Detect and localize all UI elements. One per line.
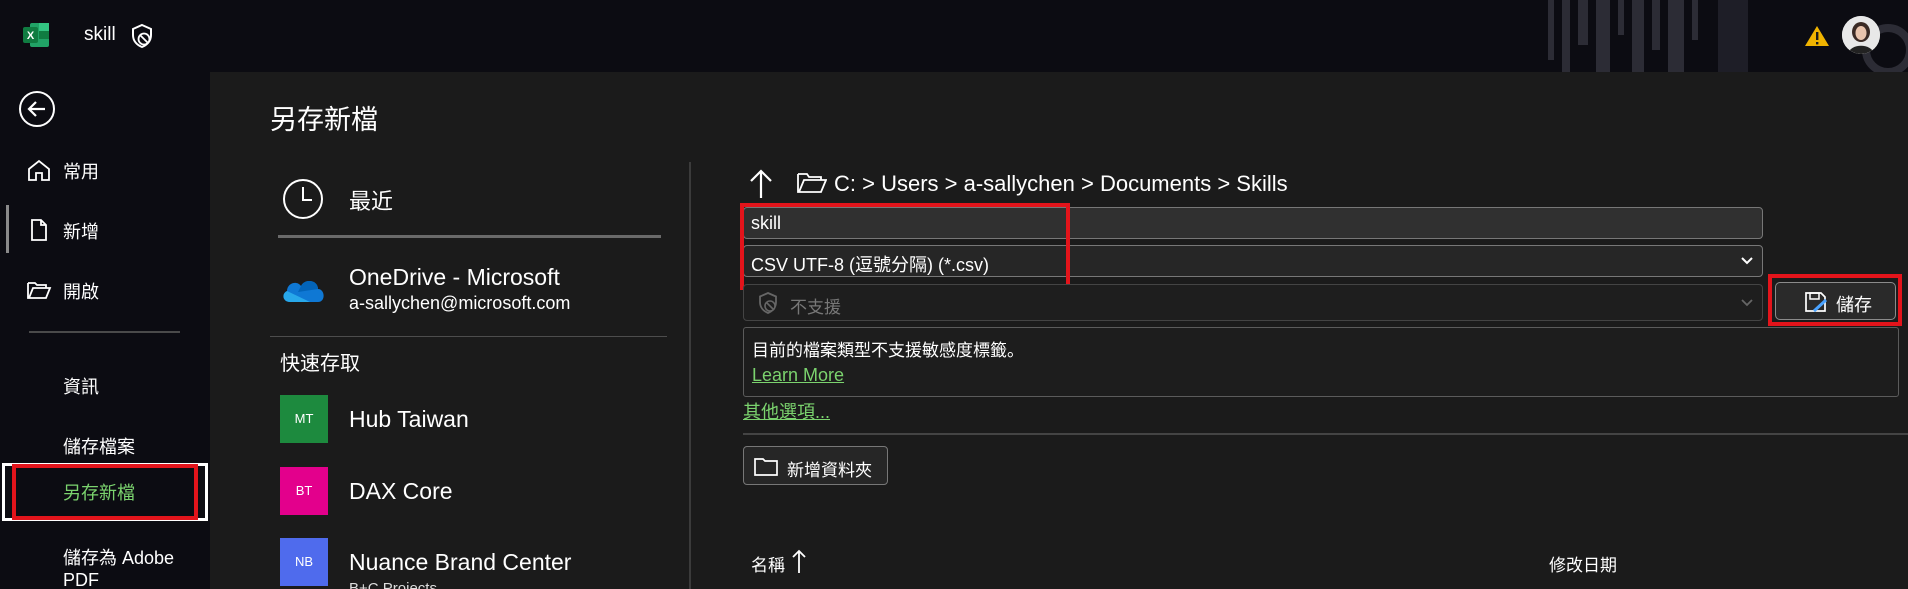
site-badge: NB [280, 538, 328, 586]
sensitivity-value: 不支援 [790, 298, 841, 317]
site-badge: BT [280, 467, 328, 515]
onedrive-email: a-sallychen@microsoft.com [349, 293, 571, 313]
back-button[interactable] [19, 91, 55, 127]
site-name: Nuance Brand Center [349, 549, 572, 575]
chevron-down-icon [1741, 299, 1753, 307]
highlight-box [1768, 274, 1902, 326]
info-message: 目前的檔案類型不支援敏感度標籤。 [752, 341, 1024, 360]
site-subtitle: B+C Projects [349, 580, 437, 589]
column-divider [689, 162, 691, 589]
user-avatar[interactable] [1842, 16, 1880, 54]
quick-access-item[interactable]: BT DAX Core [280, 467, 670, 517]
highlight-box [12, 464, 198, 520]
learn-more-link[interactable]: Learn More [752, 365, 844, 386]
folder-open-icon [797, 173, 827, 193]
arrow-left-icon [27, 101, 45, 117]
folder-path-breadcrumb[interactable]: C: > Users > a-sallychen > Documents > S… [834, 171, 1288, 197]
document-name[interactable]: skill [84, 24, 116, 46]
column-header-name[interactable]: 名稱 [751, 551, 785, 576]
nav-home-label: 常用 [63, 162, 99, 182]
folder-icon [754, 458, 778, 476]
nav-save-pdf[interactable]: 儲存為 Adobe PDF [0, 534, 210, 589]
highlight-box [740, 203, 1070, 290]
backstage-nav: 常用 新增 開啟 資訊 儲存檔案 另存新檔 儲存為 Adobe PDF [0, 72, 210, 589]
nav-new[interactable]: 新增 [0, 203, 210, 255]
page-title: 另存新檔 [270, 105, 378, 135]
site-badge: MT [280, 395, 328, 443]
sensitivity-disabled-icon [759, 292, 777, 314]
nav-info-label: 資訊 [63, 377, 99, 397]
column-header-date[interactable]: 修改日期 [1549, 551, 1617, 576]
more-options-link[interactable]: 其他選項... [743, 398, 830, 424]
home-icon [28, 159, 50, 181]
sensitivity-not-allowed-icon[interactable] [129, 23, 155, 49]
recent-divider [278, 235, 661, 238]
user-portrait-icon [1842, 16, 1880, 54]
warning-icon[interactable] [1804, 24, 1830, 48]
nav-info[interactable]: 資訊 [0, 358, 210, 410]
sensitivity-info-box: 目前的檔案類型不支援敏感度標籤。 Learn More [743, 327, 1899, 397]
onedrive-name: OneDrive - Microsoft [349, 264, 560, 290]
nav-new-label: 新增 [63, 222, 99, 242]
new-folder-button[interactable]: 新增資料夾 [743, 446, 888, 485]
nav-divider [29, 331, 180, 333]
title-bar: X skill [0, 0, 1908, 72]
svg-text:X: X [27, 30, 35, 42]
excel-icon: X [23, 23, 49, 47]
sort-ascending-icon[interactable] [791, 548, 807, 574]
location-recent[interactable]: 最近 [278, 172, 663, 232]
nav-home[interactable]: 常用 [0, 143, 210, 195]
open-folder-icon [27, 282, 52, 299]
nav-open-label: 開啟 [63, 282, 99, 302]
main-divider [743, 433, 1908, 435]
nav-save-pdf-label: 儲存為 Adobe PDF [63, 548, 175, 589]
arrow-up-icon[interactable] [748, 168, 774, 200]
site-name: Hub Taiwan [349, 406, 469, 432]
clock-icon [283, 179, 323, 219]
onedrive-divider [270, 336, 667, 337]
onedrive-cloud-icon [283, 280, 324, 302]
quick-access-title: 快速存取 [280, 353, 360, 375]
sensitivity-select: 不支援 [743, 284, 1763, 321]
quick-access-item[interactable]: NB Nuance Brand Center B+C Projects [280, 538, 670, 589]
new-document-icon [31, 219, 47, 241]
nav-save-label: 儲存檔案 [63, 437, 135, 457]
nav-open[interactable]: 開啟 [0, 263, 210, 315]
quick-access-item[interactable]: MT Hub Taiwan [280, 395, 670, 445]
site-name: DAX Core [349, 478, 453, 504]
new-folder-label: 新增資料夾 [787, 461, 872, 480]
chevron-down-icon [1741, 257, 1753, 265]
recent-label: 最近 [349, 189, 394, 214]
location-onedrive[interactable]: OneDrive - Microsoft a-sallychen@microso… [278, 260, 668, 326]
